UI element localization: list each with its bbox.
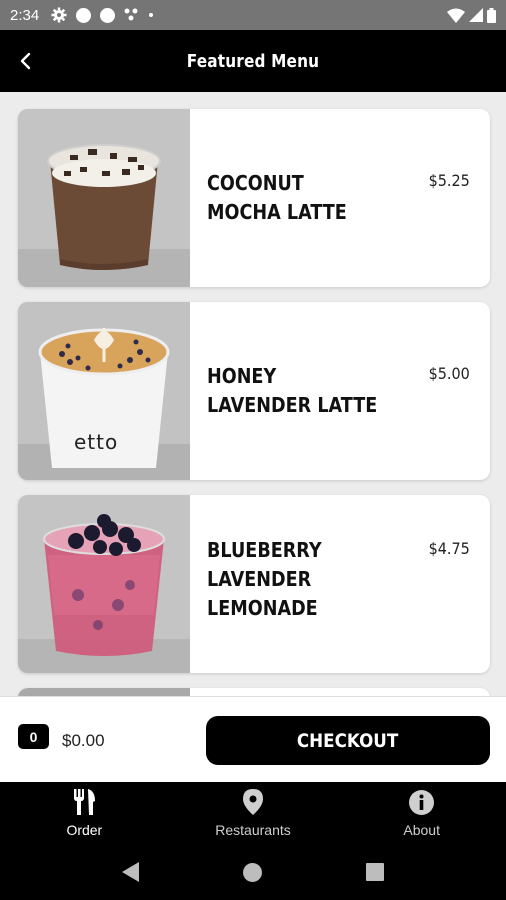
menu-item-photo: [18, 688, 190, 696]
menu-item-info: BLUEBERRY LAVENDER LEMONADE $4.75: [190, 495, 490, 673]
utensils-icon: [71, 789, 97, 815]
menu-item-name: HONEY LAVENDER LATTE: [207, 364, 378, 417]
tab-label: About: [403, 822, 440, 838]
menu-item-name: BLUEBERRY LAVENDER LEMONADE: [207, 538, 322, 620]
circle-notification-icon-2: [100, 7, 116, 23]
back-button[interactable]: [10, 46, 40, 76]
menu-item-price: $4.75: [428, 539, 470, 558]
menu-item-card[interactable]: BLUEBERRY LAVENDER LEMONADE $4.75: [18, 495, 490, 673]
page-title: Featured Menu: [186, 50, 320, 72]
status-time: 2:34: [10, 6, 40, 24]
menu-item-price: $5.25: [428, 171, 470, 190]
app-bar: Featured Menu: [0, 30, 506, 92]
system-icons: [447, 7, 496, 23]
tab-label: Restaurants: [215, 822, 291, 838]
nav-recents-icon[interactable]: [366, 863, 385, 881]
checkout-button[interactable]: CHECKOUT: [206, 716, 490, 765]
menu-item-name: COCONUT MOCHA LATTE: [207, 171, 347, 224]
bottom-tab-bar: Order Restaurants About: [0, 782, 506, 844]
tab-restaurants[interactable]: Restaurants: [169, 782, 338, 844]
cart-total: $0.00: [62, 731, 105, 750]
menu-item-card[interactable]: etto HONEY LAVENDER LATTE $5.00: [18, 302, 490, 480]
more-notifications-icon: [149, 13, 154, 17]
settings-icon: [51, 7, 67, 23]
status-bar: 2:34: [0, 0, 506, 30]
wifi-icon: [447, 8, 465, 23]
menu-item-info: HONEY LAVENDER LATTE $5.00: [190, 302, 490, 480]
cart-bar: 0 $0.00 CHECKOUT: [0, 696, 506, 782]
notification-icons: [51, 7, 154, 23]
blueberry-lavender-lemonade-photo: [18, 495, 190, 673]
cart-count-badge: 0: [18, 724, 49, 749]
honey-lavender-latte-photo: etto: [18, 302, 190, 480]
coconut-mocha-latte-photo: [18, 109, 190, 287]
nav-home-icon[interactable]: [243, 862, 263, 882]
tab-label: Order: [66, 822, 103, 838]
cup-brand-logo: etto: [74, 430, 119, 454]
nav-back-icon[interactable]: [121, 862, 140, 882]
battery-icon: [487, 7, 496, 23]
tab-about[interactable]: About: [337, 782, 506, 844]
menu-item-info: COCONUT MOCHA LATTE $5.25: [190, 109, 490, 287]
menu-item-info: [190, 688, 490, 696]
menu-item-card[interactable]: [18, 688, 490, 696]
checkout-label: CHECKOUT: [297, 729, 399, 752]
menu-item-price: $5.00: [428, 364, 470, 383]
info-icon: [409, 789, 435, 815]
map-pin-icon: [240, 789, 266, 815]
dots-notification-icon: [124, 8, 138, 21]
system-nav-bar: [0, 844, 506, 900]
signal-icon: [469, 8, 483, 22]
menu-item-card[interactable]: COCONUT MOCHA LATTE $5.25: [18, 109, 490, 287]
tab-order[interactable]: Order: [0, 782, 169, 844]
circle-notification-icon: [76, 7, 92, 23]
menu-list[interactable]: COCONUT MOCHA LATTE $5.25 etto HONEY LAV…: [0, 92, 506, 696]
chevron-left-icon: [20, 52, 31, 70]
